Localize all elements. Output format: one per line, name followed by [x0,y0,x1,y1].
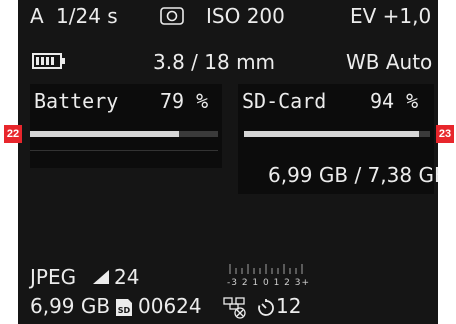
camera-status-screen: A 1/24 s ISO 200 EV +1,0 3.8 / 18 mm WB … [18,0,438,324]
remaining-shots: 00624 [138,294,202,318]
self-timer-value: 12 [276,294,302,318]
battery-divider [30,150,218,151]
metering-icon [160,7,184,29]
callout-23: 23 [436,125,454,143]
exposure-scale-ticks [229,264,303,274]
battery-label: Battery [34,89,119,113]
jpeg-quality-icon [92,269,110,289]
sd-card-icon: SD [115,298,133,321]
sd-card-label: SD-Card [242,89,327,113]
battery-percent: 79 % [160,89,209,113]
white-balance: WB Auto [346,50,433,74]
af-mode-icon [222,296,250,324]
battery-level-fill [30,131,179,137]
self-timer-icon [256,298,276,322]
shutter-speed: 1/24 s [56,4,118,28]
free-storage: 6,99 GB [30,294,111,318]
battery-icon [32,52,66,74]
battery-level-bar [30,131,218,137]
exposure-compensation: EV +1,0 [350,4,432,28]
image-format: JPEG [30,265,77,289]
sd-card-percent: 94 % [370,89,419,113]
iso-value: ISO 200 [206,4,285,28]
sd-card-icon-label: SD [118,306,131,315]
exposure-scale: -3 2 1 0 1 2 3+ [220,262,320,292]
aperture-focal-length: 3.8 / 18 mm [153,50,276,74]
sd-card-level-fill [244,131,419,137]
exposure-mode: A [30,4,44,28]
exposure-scale-labels: -3 2 1 0 1 2 3+ [227,278,311,288]
image-resolution: 24 [114,265,140,289]
sd-card-capacity: 6,99 GB / 7,38 GB [268,163,438,187]
sd-card-level-bar [244,131,430,137]
callout-22: 22 [4,125,22,143]
